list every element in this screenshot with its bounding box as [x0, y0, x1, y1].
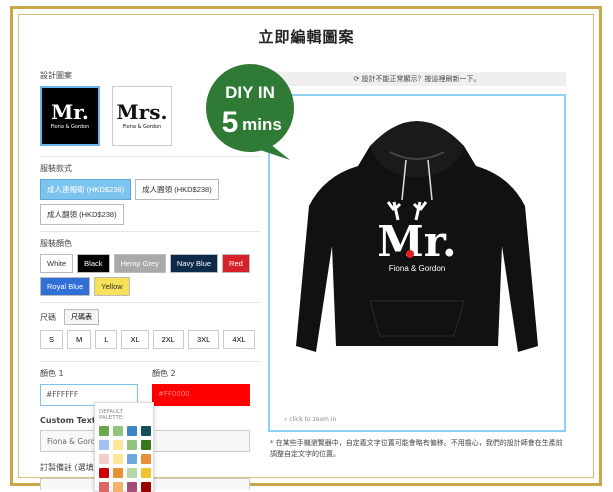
- product-preview[interactable]: Mr. Fiona & Gordon ⌕ click to zoom in: [268, 94, 566, 432]
- palette-swatch[interactable]: [113, 454, 123, 464]
- design-option-mr[interactable]: Mr. Fiona & Gordon: [40, 86, 100, 146]
- divider: [40, 302, 260, 303]
- color-white-button[interactable]: White: [40, 254, 74, 273]
- palette-swatch[interactable]: [127, 482, 137, 492]
- palette-swatch[interactable]: [141, 426, 151, 436]
- shirt-logo: Mr.: [377, 217, 456, 266]
- design-option-mrs[interactable]: Mrs. Fiona & Gordon: [112, 86, 172, 146]
- palette-swatch[interactable]: [113, 426, 123, 436]
- size-2xl-button[interactable]: 2XL: [152, 330, 184, 349]
- color2-input[interactable]: #FF0000: [152, 384, 250, 406]
- color-black-button[interactable]: Black: [77, 254, 110, 273]
- size-xl-button[interactable]: XL: [121, 330, 149, 349]
- zoom-icon: ⌕: [284, 416, 288, 423]
- size-chart-button[interactable]: 尺碼表: [64, 309, 99, 325]
- palette-swatch[interactable]: [99, 440, 109, 450]
- color1-label: 顏色 1: [40, 369, 64, 378]
- refresh-icon: ⟳: [353, 75, 360, 83]
- palette-grid: [99, 426, 151, 492]
- design-logo: Mrs.: [116, 100, 168, 124]
- palette-swatch[interactable]: [113, 468, 123, 478]
- palette-swatch[interactable]: [141, 454, 151, 464]
- palette-swatch[interactable]: [99, 454, 109, 464]
- palette-swatch[interactable]: [127, 468, 137, 478]
- color-yellow-button[interactable]: Yellow: [94, 277, 130, 296]
- color-label: 服裝顏色: [40, 239, 72, 248]
- design-sub: Fiona & Gordon: [50, 124, 90, 130]
- shirt-sub: Fiona & Gordon: [389, 264, 445, 273]
- color-navy-blue-button[interactable]: Navy Blue: [169, 254, 219, 273]
- color-hemp-grey-button[interactable]: Hemp Grey: [113, 254, 166, 273]
- size-4xl-button[interactable]: 4XL: [223, 330, 255, 349]
- badge-line1: DIY IN: [225, 83, 275, 102]
- garment-label: 服裝款式: [40, 164, 72, 173]
- red-nose: [406, 250, 414, 258]
- garment-hoodie-button[interactable]: 成人連帽衛 (HKD$238): [40, 179, 132, 200]
- palette-swatch[interactable]: [141, 482, 151, 492]
- garment-polo-button[interactable]: 成人翻領 (HKD$238): [40, 204, 124, 225]
- color-palette-popup: DEFAULT PALETTE:: [94, 402, 154, 492]
- palette-swatch[interactable]: [113, 482, 123, 492]
- badge-line2: 5: [222, 106, 239, 139]
- divider: [40, 361, 260, 362]
- palette-title: DEFAULT PALETTE:: [99, 409, 125, 421]
- palette-swatch[interactable]: [113, 440, 123, 450]
- palette-swatch[interactable]: [127, 426, 137, 436]
- palette-swatch[interactable]: [99, 468, 109, 478]
- badge-line3: mins: [242, 115, 282, 134]
- color-royal-blue-button[interactable]: Royal Blue: [40, 277, 91, 296]
- mobile-note: * 在某些手機瀏覽器中，自定義文字位置可能會略有偏移。不用擔心，我們的設計師會在…: [270, 439, 563, 458]
- preview-panel: ⟳ 設計不能正常顯示？按這裡刷新一下。 Mr. Fiona & Gordon ⌕…: [268, 72, 568, 472]
- color2-label: 顏色 2: [152, 369, 176, 378]
- zoom-hint-text: click to zoom in: [289, 416, 337, 423]
- palette-swatch[interactable]: [141, 440, 151, 450]
- size-3xl-button[interactable]: 3XL: [187, 330, 220, 349]
- design-sub: Fiona & Gordon: [122, 124, 162, 130]
- divider: [40, 231, 260, 232]
- size-m-button[interactable]: M: [67, 330, 92, 349]
- size-s-button[interactable]: S: [40, 330, 64, 349]
- badge-circle: [206, 64, 294, 152]
- size-l-button[interactable]: L: [95, 330, 118, 349]
- hoodie-image: Mr. Fiona & Gordon: [296, 121, 538, 352]
- palette-swatch[interactable]: [99, 482, 109, 492]
- garment-crew-button[interactable]: 成人圓領 (HKD$238): [135, 179, 219, 200]
- color-red-button[interactable]: Red: [222, 254, 250, 273]
- size-label: 尺碼: [40, 312, 56, 322]
- design-logo: Mr.: [51, 100, 89, 124]
- page-title: 立即編輯圖案: [258, 28, 355, 46]
- palette-swatch[interactable]: [127, 454, 137, 464]
- palette-swatch[interactable]: [127, 440, 137, 450]
- refresh-bar[interactable]: ⟳ 設計不能正常顯示？按這裡刷新一下。: [268, 72, 566, 86]
- palette-swatch[interactable]: [99, 426, 109, 436]
- diy-badge: DIY IN 5 mins: [206, 64, 294, 160]
- refresh-text: 設計不能正常顯示？按這裡刷新一下。: [361, 75, 481, 83]
- palette-swatch[interactable]: [141, 468, 151, 478]
- zoom-hint: ⌕ click to zoom in: [284, 416, 336, 424]
